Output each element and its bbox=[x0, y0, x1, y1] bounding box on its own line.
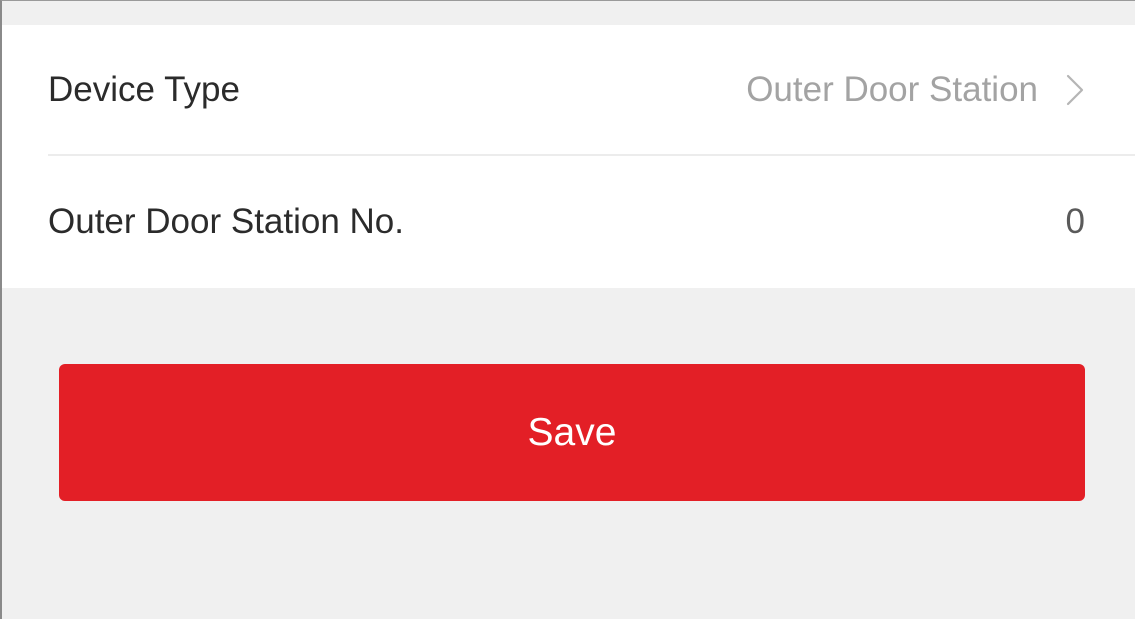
station-number-value: 0 bbox=[1065, 202, 1085, 241]
device-type-value: Outer Door Station bbox=[746, 70, 1038, 109]
chevron-right-icon bbox=[1065, 73, 1085, 107]
settings-group: Device Type Outer Door Station Outer Doo… bbox=[2, 25, 1135, 288]
device-type-label: Device Type bbox=[48, 70, 240, 109]
station-number-row[interactable]: Outer Door Station No. 0 bbox=[2, 156, 1135, 288]
device-type-row[interactable]: Device Type Outer Door Station bbox=[2, 25, 1135, 156]
station-number-label: Outer Door Station No. bbox=[48, 202, 404, 241]
save-button[interactable]: Save bbox=[59, 364, 1085, 501]
